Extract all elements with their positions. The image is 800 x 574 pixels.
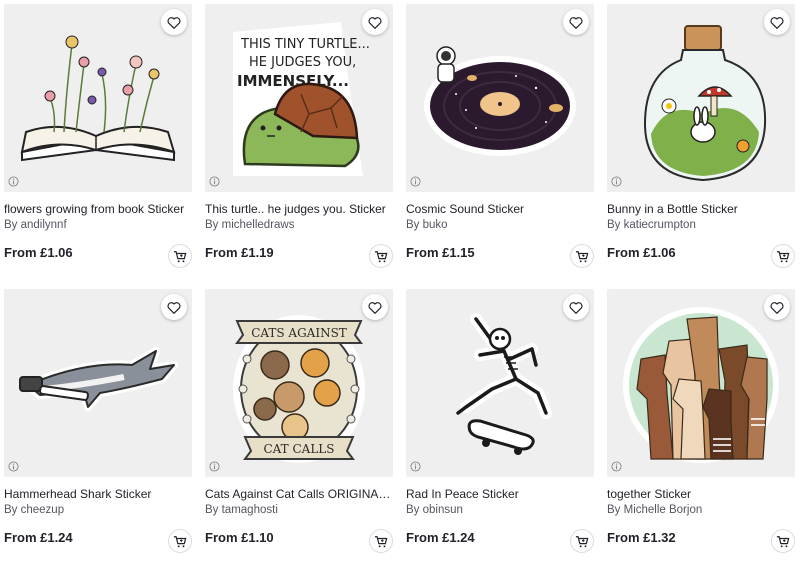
info-icon[interactable] [209, 176, 220, 187]
product-price: From £1.06 [4, 245, 73, 260]
add-to-cart-button[interactable] [570, 244, 594, 268]
add-to-cart-button[interactable] [369, 529, 393, 553]
product-image[interactable] [4, 4, 192, 192]
product-card[interactable]: Bunny in a Bottle Sticker By katiecrumpt… [607, 4, 795, 289]
add-to-cart-button[interactable] [771, 244, 795, 268]
favorite-button[interactable] [362, 294, 388, 320]
product-title[interactable]: This turtle.. he judges you. Sticker [205, 202, 393, 216]
favorite-button[interactable] [362, 9, 388, 35]
info-icon[interactable] [410, 176, 421, 187]
heart-icon [368, 301, 382, 314]
artist-name[interactable]: By michelledraws [205, 219, 294, 231]
product-card[interactable]: THIS TINY TURTLE... HE JUDGES YOU, IMMEN… [205, 4, 393, 289]
product-price: From £1.24 [4, 530, 73, 545]
info-icon[interactable] [209, 461, 220, 472]
info-icon[interactable] [8, 461, 19, 472]
product-title[interactable]: Bunny in a Bottle Sticker [607, 202, 795, 216]
favorite-button[interactable] [563, 9, 589, 35]
product-title[interactable]: Cosmic Sound Sticker [406, 202, 594, 216]
product-price: From £1.06 [607, 245, 676, 260]
sticker-text: HE JUDGES YOU, [249, 55, 356, 70]
product-grid: flowers growing from book Sticker By and… [4, 4, 796, 574]
turtle-sticker-art: THIS TINY TURTLE... HE JUDGES YOU, IMMEN… [233, 22, 370, 176]
add-to-cart-button[interactable] [369, 244, 393, 268]
cart-icon [776, 250, 790, 262]
product-card[interactable]: Hammerhead Shark Sticker By cheezup From… [4, 289, 192, 574]
artist-name[interactable]: By cheezup [4, 504, 64, 516]
info-icon[interactable] [8, 176, 19, 187]
favorite-button[interactable] [764, 294, 790, 320]
favorite-button[interactable] [563, 294, 589, 320]
info-icon[interactable] [611, 176, 622, 187]
add-to-cart-button[interactable] [168, 244, 192, 268]
product-title[interactable]: together Sticker [607, 487, 795, 501]
product-image[interactable] [406, 289, 594, 477]
heart-icon [569, 301, 583, 314]
cart-icon [374, 535, 388, 547]
info-icon[interactable] [410, 461, 421, 472]
product-image[interactable] [607, 289, 795, 477]
cart-icon [374, 250, 388, 262]
favorite-button[interactable] [161, 9, 187, 35]
add-to-cart-button[interactable] [168, 529, 192, 553]
artist-name[interactable]: By buko [406, 219, 448, 231]
product-image[interactable]: THIS TINY TURTLE... HE JUDGES YOU, IMMEN… [205, 4, 393, 192]
artist-name[interactable]: By tamaghosti [205, 504, 278, 516]
cart-icon [575, 250, 589, 262]
book-flowers-sticker-art [20, 35, 176, 162]
sticker-text: THIS TINY TURTLE... [240, 37, 370, 52]
heart-icon [167, 301, 181, 314]
product-image[interactable] [406, 4, 594, 192]
cart-icon [575, 535, 589, 547]
product-price: From £1.10 [205, 530, 274, 545]
product-image[interactable]: CATS AGAINST CAT CALLS [205, 289, 393, 477]
product-title[interactable]: Hammerhead Shark Sticker [4, 487, 192, 501]
favorite-button[interactable] [764, 9, 790, 35]
sticker-text: CATS AGAINST [251, 326, 347, 340]
heart-icon [368, 16, 382, 29]
product-image[interactable] [4, 289, 192, 477]
artist-name[interactable]: By obinsun [406, 504, 463, 516]
heart-icon [167, 16, 181, 29]
hammerhead-sticker-art [19, 347, 178, 411]
bunny-bottle-sticker-art [643, 25, 767, 182]
product-title[interactable]: Rad In Peace Sticker [406, 487, 594, 501]
cats-sticker-art: CATS AGAINST CAT CALLS [233, 315, 365, 463]
product-card[interactable]: flowers growing from book Sticker By and… [4, 4, 192, 289]
heart-icon [770, 16, 784, 29]
product-card[interactable]: Cosmic Sound Sticker By buko From £1.15 [406, 4, 594, 289]
add-to-cart-button[interactable] [771, 529, 795, 553]
cart-icon [776, 535, 790, 547]
product-price: From £1.15 [406, 245, 475, 260]
info-icon[interactable] [611, 461, 622, 472]
heart-icon [569, 16, 583, 29]
cart-icon [173, 250, 187, 262]
cart-icon [173, 535, 187, 547]
product-title[interactable]: Cats Against Cat Calls ORIGINAL (... [205, 487, 393, 501]
product-title[interactable]: flowers growing from book Sticker [4, 202, 192, 216]
artist-name[interactable]: By Michelle Borjon [607, 504, 702, 516]
add-to-cart-button[interactable] [570, 529, 594, 553]
product-card[interactable]: CATS AGAINST CAT CALLS Cats Against Cat … [205, 289, 393, 574]
artist-name[interactable]: By andilynnf [4, 219, 67, 231]
cosmic-vinyl-sticker-art [424, 46, 576, 156]
skeleton-skateboard-sticker-art [456, 313, 552, 455]
sticker-text: CAT CALLS [263, 442, 334, 456]
product-price: From £1.19 [205, 245, 274, 260]
product-image[interactable] [607, 4, 795, 192]
heart-icon [770, 301, 784, 314]
product-price: From £1.32 [607, 530, 676, 545]
product-price: From £1.24 [406, 530, 475, 545]
favorite-button[interactable] [161, 294, 187, 320]
product-card[interactable]: together Sticker By Michelle Borjon From… [607, 289, 795, 574]
artist-name[interactable]: By katiecrumpton [607, 219, 696, 231]
raised-fists-sticker-art [623, 307, 779, 463]
product-card[interactable]: Rad In Peace Sticker By obinsun From £1.… [406, 289, 594, 574]
